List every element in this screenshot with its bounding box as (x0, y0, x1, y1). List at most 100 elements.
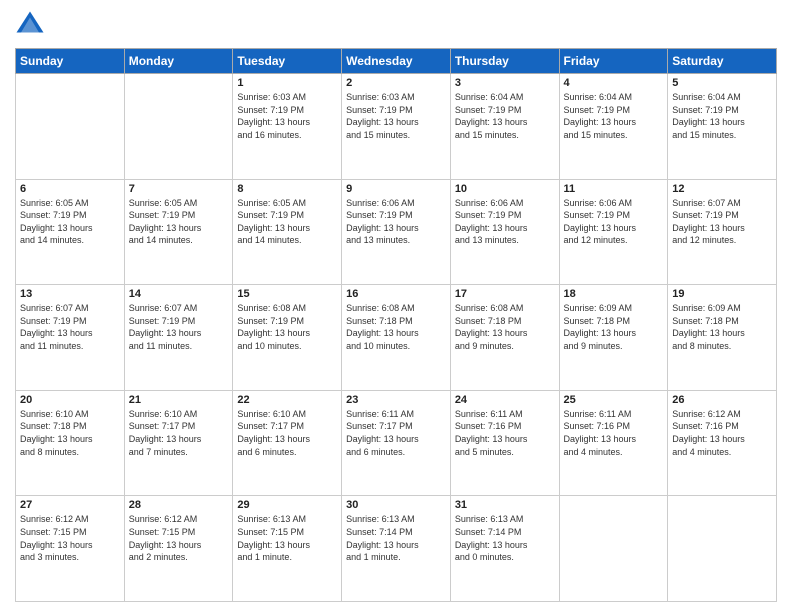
day-cell: 11 Sunrise: 6:06 AM Sunset: 7:19 PM Dayli… (559, 179, 668, 285)
day-cell: 30 Sunrise: 6:13 AM Sunset: 7:14 PM Dayli… (342, 496, 451, 602)
day-number: 30 (346, 499, 446, 511)
day-cell: 21Sunrise: 6:10 AM Sunset: 7:17 PM Dayli… (124, 390, 233, 496)
header (15, 10, 777, 40)
day-number: 12 (672, 183, 772, 195)
day-cell: 10 Sunrise: 6:06 AM Sunset: 7:19 PM Dayli… (450, 179, 559, 285)
day-info: Sunrise: 6:12 AM Sunset: 7:15 PM Dayligh… (20, 513, 120, 563)
day-cell: 31 Sunrise: 6:13 AM Sunset: 7:14 PM Dayli… (450, 496, 559, 602)
day-info: Sunrise: 6:09 AM Sunset: 7:18 PM Dayligh… (672, 302, 772, 352)
day-info: Sunrise: 6:13 AM Sunset: 7:14 PM Dayligh… (455, 513, 555, 563)
col-saturday: Saturday (668, 49, 777, 74)
day-cell: 27 Sunrise: 6:12 AM Sunset: 7:15 PM Dayli… (16, 496, 125, 602)
day-cell: 18Sunrise: 6:09 AM Sunset: 7:18 PM Dayli… (559, 285, 668, 391)
day-number: 7 (129, 183, 229, 195)
col-thursday: Thursday (450, 49, 559, 74)
day-cell: 25Sunrise: 6:11 AM Sunset: 7:16 PM Dayli… (559, 390, 668, 496)
day-cell: 26 Sunrise: 6:12 AM Sunset: 7:16 PM Dayli… (668, 390, 777, 496)
day-info: Sunrise: 6:06 AM Sunset: 7:19 PM Dayligh… (564, 197, 664, 247)
day-number: 23 (346, 394, 446, 406)
day-number: 19 (672, 288, 772, 300)
day-info: Sunrise: 6:11 AM Sunset: 7:16 PM Dayligh… (455, 408, 555, 458)
day-number: 11 (564, 183, 664, 195)
day-cell: 23Sunrise: 6:11 AM Sunset: 7:17 PM Dayli… (342, 390, 451, 496)
day-info: Sunrise: 6:06 AM Sunset: 7:19 PM Dayligh… (455, 197, 555, 247)
week-row-2: 6 Sunrise: 6:05 AM Sunset: 7:19 PM Daylig… (16, 179, 777, 285)
day-number: 22 (237, 394, 337, 406)
day-number: 27 (20, 499, 120, 511)
day-cell: 15Sunrise: 6:08 AM Sunset: 7:19 PM Dayli… (233, 285, 342, 391)
col-wednesday: Wednesday (342, 49, 451, 74)
day-number: 5 (672, 77, 772, 89)
day-cell: 22 Sunrise: 6:10 AM Sunset: 7:17 PM Dayli… (233, 390, 342, 496)
day-number: 13 (20, 288, 120, 300)
day-cell: 1 Sunrise: 6:03 AM Sunset: 7:19 PM Daylig… (233, 74, 342, 180)
day-info: Sunrise: 6:08 AM Sunset: 7:18 PM Dayligh… (346, 302, 446, 352)
day-cell: 9 Sunrise: 6:06 AM Sunset: 7:19 PM Daylig… (342, 179, 451, 285)
day-number: 6 (20, 183, 120, 195)
day-cell: 5 Sunrise: 6:04 AM Sunset: 7:19 PM Daylig… (668, 74, 777, 180)
day-number: 31 (455, 499, 555, 511)
day-number: 1 (237, 77, 337, 89)
day-cell (124, 74, 233, 180)
day-info: Sunrise: 6:08 AM Sunset: 7:19 PM Dayligh… (237, 302, 337, 352)
week-row-4: 20 Sunrise: 6:10 AM Sunset: 7:18 PM Dayli… (16, 390, 777, 496)
day-cell: 29 Sunrise: 6:13 AM Sunset: 7:15 PM Dayli… (233, 496, 342, 602)
day-number: 20 (20, 394, 120, 406)
week-row-1: 1 Sunrise: 6:03 AM Sunset: 7:19 PM Daylig… (16, 74, 777, 180)
day-cell (16, 74, 125, 180)
day-info: Sunrise: 6:10 AM Sunset: 7:17 PM Dayligh… (237, 408, 337, 458)
day-cell: 4 Sunrise: 6:04 AM Sunset: 7:19 PM Daylig… (559, 74, 668, 180)
logo (15, 10, 49, 40)
day-info: Sunrise: 6:06 AM Sunset: 7:19 PM Dayligh… (346, 197, 446, 247)
day-cell: 3 Sunrise: 6:04 AM Sunset: 7:19 PM Daylig… (450, 74, 559, 180)
day-cell: 2 Sunrise: 6:03 AM Sunset: 7:19 PM Daylig… (342, 74, 451, 180)
day-info: Sunrise: 6:13 AM Sunset: 7:15 PM Dayligh… (237, 513, 337, 563)
logo-icon (15, 10, 45, 40)
day-info: Sunrise: 6:07 AM Sunset: 7:19 PM Dayligh… (20, 302, 120, 352)
day-info: Sunrise: 6:03 AM Sunset: 7:19 PM Dayligh… (237, 91, 337, 141)
day-number: 8 (237, 183, 337, 195)
day-info: Sunrise: 6:12 AM Sunset: 7:15 PM Dayligh… (129, 513, 229, 563)
day-info: Sunrise: 6:04 AM Sunset: 7:19 PM Dayligh… (672, 91, 772, 141)
day-number: 26 (672, 394, 772, 406)
day-cell: 14 Sunrise: 6:07 AM Sunset: 7:19 PM Dayli… (124, 285, 233, 391)
day-number: 9 (346, 183, 446, 195)
day-info: Sunrise: 6:13 AM Sunset: 7:14 PM Dayligh… (346, 513, 446, 563)
col-sunday: Sunday (16, 49, 125, 74)
calendar-header-row: Sunday Monday Tuesday Wednesday Thursday… (16, 49, 777, 74)
col-friday: Friday (559, 49, 668, 74)
day-number: 24 (455, 394, 555, 406)
day-cell: 28 Sunrise: 6:12 AM Sunset: 7:15 PM Dayli… (124, 496, 233, 602)
day-cell: 24 Sunrise: 6:11 AM Sunset: 7:16 PM Dayli… (450, 390, 559, 496)
day-number: 28 (129, 499, 229, 511)
day-number: 4 (564, 77, 664, 89)
calendar: Sunday Monday Tuesday Wednesday Thursday… (15, 48, 777, 602)
day-number: 16 (346, 288, 446, 300)
day-info: Sunrise: 6:03 AM Sunset: 7:19 PM Dayligh… (346, 91, 446, 141)
day-cell: 17Sunrise: 6:08 AM Sunset: 7:18 PM Dayli… (450, 285, 559, 391)
day-info: Sunrise: 6:12 AM Sunset: 7:16 PM Dayligh… (672, 408, 772, 458)
day-info: Sunrise: 6:10 AM Sunset: 7:18 PM Dayligh… (20, 408, 120, 458)
day-cell: 19 Sunrise: 6:09 AM Sunset: 7:18 PM Dayli… (668, 285, 777, 391)
day-info: Sunrise: 6:04 AM Sunset: 7:19 PM Dayligh… (564, 91, 664, 141)
day-cell: 12 Sunrise: 6:07 AM Sunset: 7:19 PM Dayli… (668, 179, 777, 285)
day-cell: 6 Sunrise: 6:05 AM Sunset: 7:19 PM Daylig… (16, 179, 125, 285)
day-number: 10 (455, 183, 555, 195)
day-number: 2 (346, 77, 446, 89)
day-number: 29 (237, 499, 337, 511)
day-number: 17 (455, 288, 555, 300)
day-number: 14 (129, 288, 229, 300)
day-cell (668, 496, 777, 602)
day-number: 18 (564, 288, 664, 300)
day-info: Sunrise: 6:07 AM Sunset: 7:19 PM Dayligh… (129, 302, 229, 352)
week-row-3: 13 Sunrise: 6:07 AM Sunset: 7:19 PM Dayli… (16, 285, 777, 391)
day-info: Sunrise: 6:07 AM Sunset: 7:19 PM Dayligh… (672, 197, 772, 247)
day-info: Sunrise: 6:05 AM Sunset: 7:19 PM Dayligh… (20, 197, 120, 247)
day-cell: 8Sunrise: 6:05 AM Sunset: 7:19 PM Daylig… (233, 179, 342, 285)
day-info: Sunrise: 6:05 AM Sunset: 7:19 PM Dayligh… (129, 197, 229, 247)
day-number: 25 (564, 394, 664, 406)
day-number: 3 (455, 77, 555, 89)
day-info: Sunrise: 6:10 AM Sunset: 7:17 PM Dayligh… (129, 408, 229, 458)
day-cell: 20 Sunrise: 6:10 AM Sunset: 7:18 PM Dayli… (16, 390, 125, 496)
day-info: Sunrise: 6:04 AM Sunset: 7:19 PM Dayligh… (455, 91, 555, 141)
